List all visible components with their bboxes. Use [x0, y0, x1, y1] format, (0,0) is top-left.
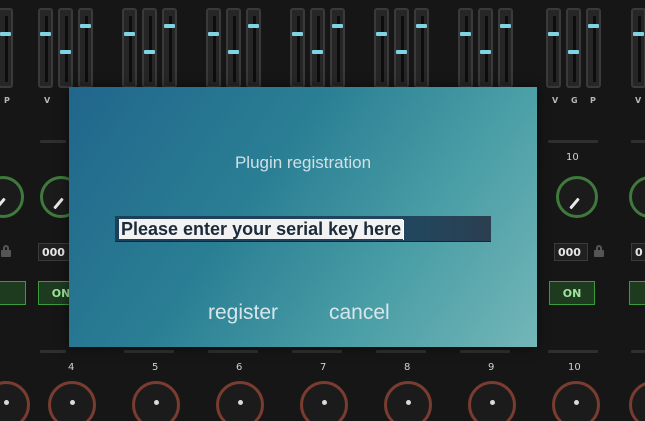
divider	[548, 140, 598, 143]
fader-label-v: V	[635, 96, 642, 105]
fader[interactable]	[310, 8, 325, 88]
on-toggle-button[interactable]: ON	[549, 281, 595, 305]
fader-label-p: P	[590, 96, 596, 105]
fader[interactable]	[162, 8, 177, 88]
divider	[376, 350, 426, 353]
fader[interactable]	[58, 8, 73, 88]
divider	[124, 350, 174, 353]
fader-label-v: V	[552, 96, 559, 105]
fader-label-p: P	[4, 96, 10, 105]
gain-knob-icon[interactable]	[300, 381, 348, 421]
cancel-button[interactable]: cancel	[329, 301, 390, 325]
plugin-registration-dialog: Plugin registration Please enter your se…	[69, 87, 537, 347]
fader-group	[0, 8, 13, 98]
strip-number: 10	[566, 152, 579, 163]
gain-knob-icon[interactable]	[216, 381, 264, 421]
strip-number: 9	[488, 362, 495, 373]
value-display[interactable]: 000	[554, 243, 588, 261]
plugin-mixer-background: P V 000 ON 4 5 6 7 8 9 V G P 10 000 ON 1…	[0, 0, 645, 421]
fader[interactable]	[546, 8, 561, 88]
channel-strip-8: V 0	[627, 0, 645, 421]
fader[interactable]	[206, 8, 221, 88]
pan-knob-icon[interactable]	[629, 176, 645, 218]
text-caret	[403, 220, 405, 241]
dialog-title: Plugin registration	[234, 153, 372, 172]
divider	[631, 140, 645, 143]
fader[interactable]	[458, 8, 473, 88]
gain-knob-icon[interactable]	[0, 381, 30, 421]
lock-icon[interactable]	[1, 245, 11, 257]
divider	[631, 350, 645, 353]
gain-knob-icon[interactable]	[384, 381, 432, 421]
on-toggle-button[interactable]	[629, 281, 645, 305]
gain-knob-icon[interactable]	[132, 381, 180, 421]
fader[interactable]	[0, 8, 13, 88]
serial-key-input-text: Please enter your serial key here	[119, 219, 404, 239]
divider	[460, 350, 510, 353]
fader-cap-icon	[80, 24, 91, 28]
strip-number: 10	[568, 362, 581, 373]
fader-cap-icon	[60, 50, 71, 54]
strip-number: 5	[152, 362, 159, 373]
value-display[interactable]: 000	[38, 243, 72, 261]
pan-knob-icon[interactable]	[556, 176, 598, 218]
value-display[interactable]: 0	[631, 243, 645, 261]
fader[interactable]	[122, 8, 137, 88]
fader-label-g: G	[571, 96, 578, 105]
strip-number: 8	[404, 362, 411, 373]
fader[interactable]	[330, 8, 345, 88]
divider	[292, 350, 342, 353]
fader-cap-icon	[40, 32, 51, 36]
fader[interactable]	[226, 8, 241, 88]
serial-key-input[interactable]: Please enter your serial key here	[115, 216, 491, 242]
fader-label-v: V	[44, 96, 51, 105]
gain-knob-icon[interactable]	[552, 381, 600, 421]
gain-knob-icon[interactable]	[629, 381, 645, 421]
fader[interactable]	[566, 8, 581, 88]
divider	[40, 350, 66, 353]
channel-strip-7: V G P 10 000 ON 10	[546, 0, 628, 421]
fader-group	[38, 8, 120, 98]
strip-number: 6	[236, 362, 243, 373]
lock-icon[interactable]	[594, 245, 604, 257]
fader-cap-icon	[0, 32, 11, 36]
on-toggle-button[interactable]	[0, 281, 26, 305]
channel-strip-0: P	[0, 0, 30, 421]
pan-knob-icon[interactable]	[0, 176, 24, 218]
gain-knob-icon[interactable]	[48, 381, 96, 421]
fader[interactable]	[414, 8, 429, 88]
fader[interactable]	[38, 8, 53, 88]
fader[interactable]	[142, 8, 157, 88]
register-button[interactable]: register	[208, 301, 278, 325]
fader[interactable]	[478, 8, 493, 88]
divider	[40, 140, 66, 143]
fader-group	[546, 8, 628, 98]
fader[interactable]	[394, 8, 409, 88]
strip-number: 4	[68, 362, 75, 373]
divider	[548, 350, 598, 353]
fader-group	[627, 8, 645, 98]
fader[interactable]	[246, 8, 261, 88]
fader[interactable]	[586, 8, 601, 88]
fader[interactable]	[78, 8, 93, 88]
divider	[208, 350, 258, 353]
fader[interactable]	[290, 8, 305, 88]
fader[interactable]	[498, 8, 513, 88]
gain-knob-icon[interactable]	[468, 381, 516, 421]
fader[interactable]	[374, 8, 389, 88]
strip-number: 7	[320, 362, 327, 373]
fader[interactable]	[631, 8, 645, 88]
